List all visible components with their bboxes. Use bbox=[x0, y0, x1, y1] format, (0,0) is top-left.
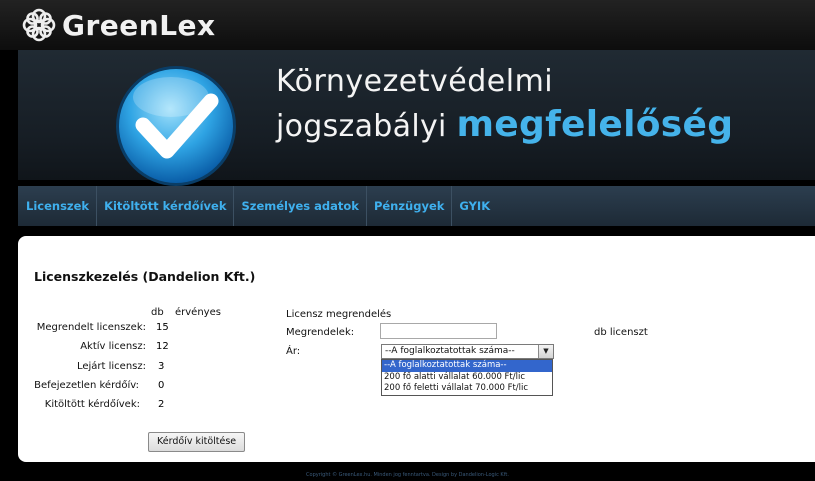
stat-label: Aktív licensz: bbox=[80, 341, 146, 352]
top-bar: GreenLex bbox=[0, 0, 815, 50]
nav-item-licenszek[interactable]: Licenszek bbox=[18, 186, 98, 226]
quantity-label: Megrendelek: bbox=[286, 327, 355, 338]
banner-heading-line2: jogszabályi megfelelőség bbox=[276, 104, 733, 145]
col-header-ervenyes: érvényes bbox=[175, 307, 221, 318]
banner-heading-line1: Környezetvédelmi bbox=[276, 64, 554, 99]
footer-copyright: Copyright © GreenLex.hu. Minden jog fenn… bbox=[306, 472, 509, 478]
stat-value: 3 bbox=[158, 361, 165, 372]
stat-label: Befejezetlen kérdőív: bbox=[34, 380, 139, 391]
nav-item-gyik[interactable]: GYIK bbox=[452, 186, 497, 226]
price-option[interactable]: --A foglalkoztatottak száma-- bbox=[382, 360, 552, 372]
stat-row-kitoltott: Kitöltött kérdőívek: bbox=[18, 399, 140, 413]
stat-value: 15 bbox=[156, 322, 169, 333]
quantity-unit-label: db licenszt bbox=[594, 327, 648, 338]
order-section-title: Licensz megrendelés bbox=[286, 309, 392, 320]
nav-item-szemelyes-adatok[interactable]: Személyes adatok bbox=[234, 186, 367, 226]
banner-line2-prefix: jogszabályi bbox=[276, 109, 457, 144]
price-select[interactable]: --A foglalkoztatottak száma-- ▼ bbox=[381, 344, 554, 359]
stat-value: 2 bbox=[158, 399, 165, 410]
stat-label: Megrendelt licenszek: bbox=[36, 322, 146, 333]
banner: Környezetvédelmi jogszabályi megfelelősé… bbox=[18, 50, 815, 186]
content-card: Licenszkezelés (Dandelion Kft.) db érvén… bbox=[18, 236, 815, 462]
checkmark-badge-icon bbox=[116, 66, 236, 186]
col-header-db: db bbox=[151, 307, 164, 318]
price-dropdown-list: --A foglalkoztatottak száma-- 200 fő ala… bbox=[381, 359, 553, 396]
stat-row-megrendelt: Megrendelt licenszek: bbox=[18, 322, 146, 336]
fill-questionnaire-button[interactable]: Kérdőív kitöltése bbox=[148, 432, 246, 452]
price-label: Ár: bbox=[286, 346, 301, 357]
stat-row-befejezetlen: Befejezetlen kérdőív: bbox=[18, 380, 139, 394]
main-nav: Licenszek Kitöltött kérdőívek Személyes … bbox=[18, 186, 815, 226]
page-title: Licenszkezelés (Dandelion Kft.) bbox=[34, 269, 256, 284]
stat-label: Kitöltött kérdőívek: bbox=[44, 399, 140, 410]
banner-line2-emphasis: megfelelőség bbox=[456, 104, 734, 145]
stat-row-aktiv: Aktív licensz: bbox=[18, 341, 146, 355]
nav-item-kitoltott-kerdoivek[interactable]: Kitöltött kérdőívek bbox=[97, 186, 235, 226]
price-option[interactable]: 200 fő feletti vállalat 70.000 Ft/lic bbox=[382, 383, 552, 395]
price-option[interactable]: 200 fő alatti vállalat 60.000 Ft/lic bbox=[382, 372, 552, 384]
stat-label: Lejárt licensz: bbox=[76, 361, 146, 372]
nav-item-penzugyek[interactable]: Pénzügyek bbox=[367, 186, 453, 226]
stat-value: 0 bbox=[158, 380, 165, 391]
logo-text: GreenLex bbox=[62, 8, 216, 42]
stat-value: 12 bbox=[156, 341, 169, 352]
quantity-input[interactable] bbox=[380, 323, 497, 339]
flower-logo-icon bbox=[22, 8, 56, 42]
stat-row-lejart: Lejárt licensz: bbox=[18, 361, 146, 375]
price-select-value: --A foglalkoztatottak száma-- bbox=[385, 346, 515, 356]
chevron-down-icon[interactable]: ▼ bbox=[538, 345, 553, 358]
logo[interactable]: GreenLex bbox=[22, 6, 216, 44]
